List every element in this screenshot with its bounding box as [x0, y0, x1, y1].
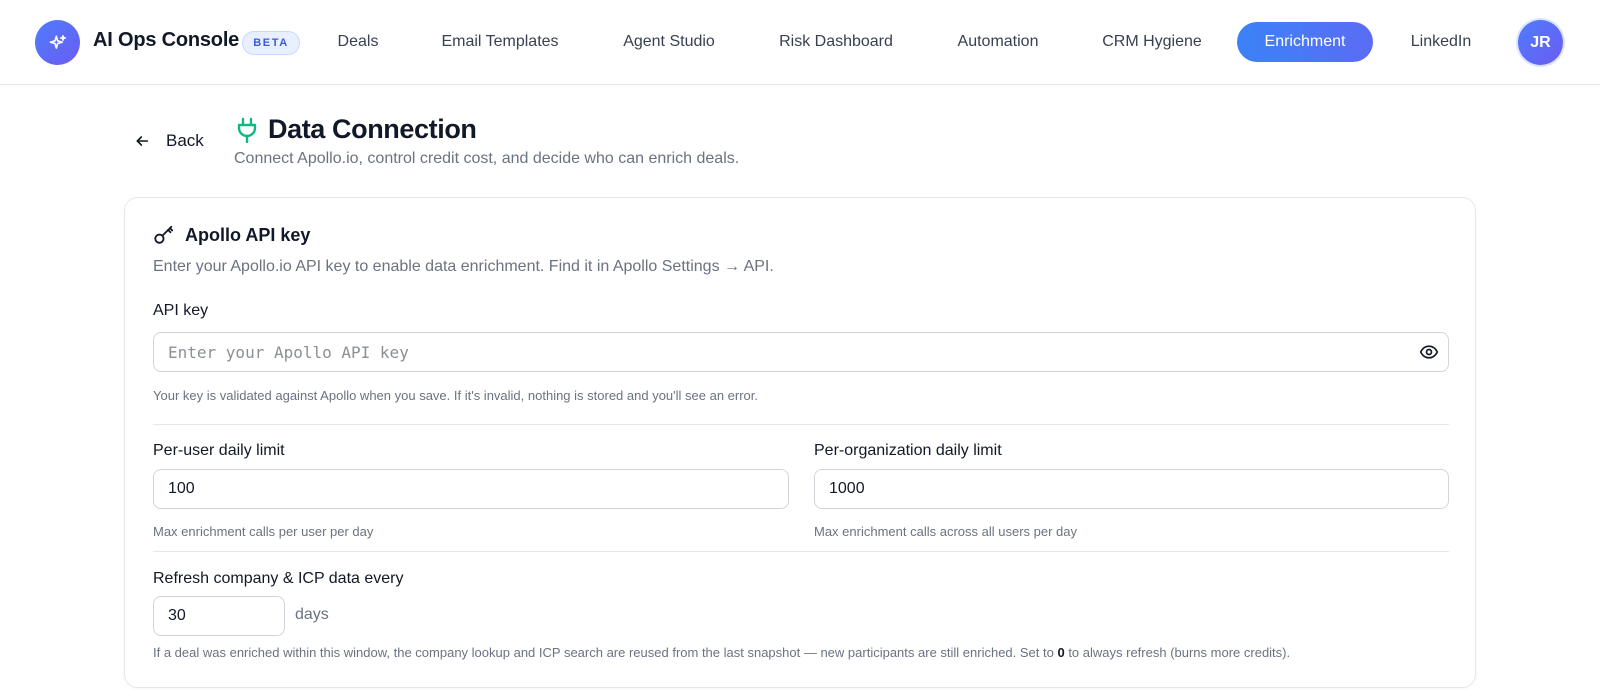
- nav-item-enrichment[interactable]: Enrichment: [1237, 22, 1373, 62]
- per-user-limit-input[interactable]: [153, 469, 789, 509]
- card-title: Apollo API key: [185, 224, 311, 245]
- toggle-visibility-button[interactable]: [1415, 338, 1443, 366]
- app-logo[interactable]: [35, 20, 80, 65]
- nav-item-agent-studio[interactable]: Agent Studio: [614, 22, 724, 62]
- nav-item-risk-dashboard[interactable]: Risk Dashboard: [771, 22, 901, 62]
- card-description: Enter your Apollo.io API key to enable d…: [153, 258, 774, 275]
- beta-badge: BETA: [242, 31, 300, 55]
- back-label: Back: [166, 131, 204, 150]
- nav-item-automation[interactable]: Automation: [948, 22, 1048, 62]
- plug-icon: [237, 117, 257, 143]
- app-title: AI Ops Console: [93, 29, 240, 51]
- nav-item-deals[interactable]: Deals: [323, 22, 393, 62]
- sparkle-icon: [49, 34, 66, 49]
- per-user-limit-hint: Max enrichment calls per user per day: [153, 524, 374, 539]
- page-title: Data Connection: [268, 114, 477, 144]
- back-button[interactable]: Back: [134, 128, 204, 154]
- refresh-interval-input[interactable]: [153, 596, 285, 636]
- per-org-limit-label: Per-organization daily limit: [814, 442, 1002, 459]
- page-subtitle: Connect Apollo.io, control credit cost, …: [234, 150, 740, 167]
- per-user-limit-label: Per-user daily limit: [153, 442, 285, 459]
- card-title-row: Apollo API key: [153, 224, 310, 246]
- user-avatar[interactable]: JR: [1518, 20, 1563, 65]
- nav-item-email-templates[interactable]: Email Templates: [430, 22, 570, 62]
- refresh-interval-label: Refresh company & ICP data every: [153, 570, 404, 587]
- refresh-interval-unit: days: [295, 606, 329, 623]
- section-divider: [153, 424, 1449, 425]
- eye-icon: [1419, 345, 1439, 359]
- nav-item-crm-hygiene[interactable]: CRM Hygiene: [1095, 22, 1209, 62]
- key-icon: [154, 225, 174, 244]
- top-nav-bar: AI Ops Console BETA Deals Email Template…: [0, 0, 1600, 85]
- arrow-left-icon: [136, 136, 149, 146]
- page-title-row: Data Connection: [236, 114, 477, 145]
- refresh-hint-text-end: to always refresh (burns more credits).: [1064, 645, 1291, 660]
- refresh-interval-hint: If a deal was enriched within this windo…: [153, 645, 1290, 660]
- section-divider: [153, 551, 1449, 552]
- api-key-label: API key: [153, 302, 209, 319]
- refresh-hint-zero: 0: [1057, 645, 1065, 660]
- api-key-hint: Your key is validated against Apollo whe…: [153, 388, 759, 403]
- api-key-input[interactable]: [153, 332, 1449, 372]
- refresh-hint-text: If a deal was enriched within this windo…: [153, 645, 1058, 660]
- nav-item-linkedin[interactable]: LinkedIn: [1400, 22, 1482, 62]
- per-org-limit-input[interactable]: [814, 469, 1449, 509]
- apollo-settings-card: Apollo API key Enter your Apollo.io API …: [124, 197, 1476, 688]
- per-org-limit-hint: Max enrichment calls across all users pe…: [814, 524, 1077, 539]
